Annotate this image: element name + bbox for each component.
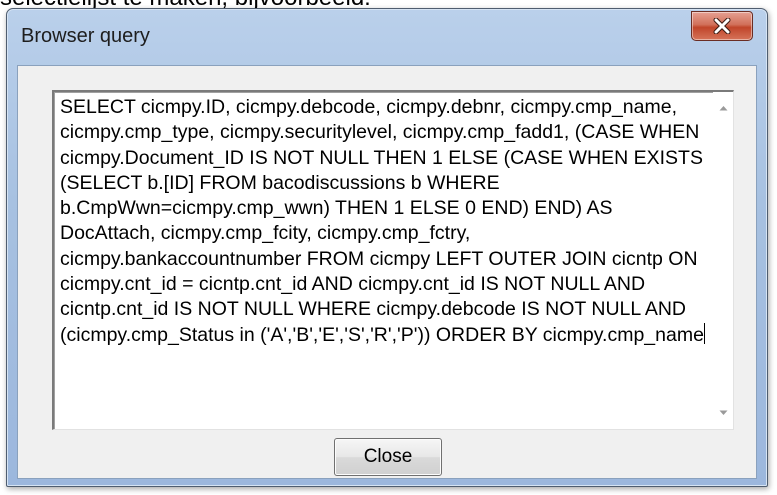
sql-query-textbox[interactable]: SELECT cicmpy.ID, cicmpy.debcode, cicmpy… xyxy=(52,90,734,430)
scroll-up-arrow-icon[interactable] xyxy=(713,98,733,118)
dialog-title: Browser query xyxy=(21,25,150,47)
title-close-button[interactable] xyxy=(691,11,753,41)
title-bar[interactable]: Browser query xyxy=(7,9,767,61)
browser-query-dialog: Browser query SELECT cicmpy.ID, cicmpy.d… xyxy=(6,8,768,487)
text-caret xyxy=(703,322,705,344)
vertical-scrollbar[interactable] xyxy=(713,92,733,429)
close-button[interactable]: Close xyxy=(334,438,442,476)
sql-query-text[interactable]: SELECT cicmpy.ID, cicmpy.debcode, cicmpy… xyxy=(60,95,712,425)
sql-query-content: SELECT cicmpy.ID, cicmpy.debcode, cicmpy… xyxy=(60,96,704,346)
scroll-down-arrow-icon[interactable] xyxy=(713,403,733,423)
dialog-client-area: SELECT cicmpy.ID, cicmpy.debcode, cicmpy… xyxy=(17,65,757,479)
close-x-icon xyxy=(713,18,731,34)
